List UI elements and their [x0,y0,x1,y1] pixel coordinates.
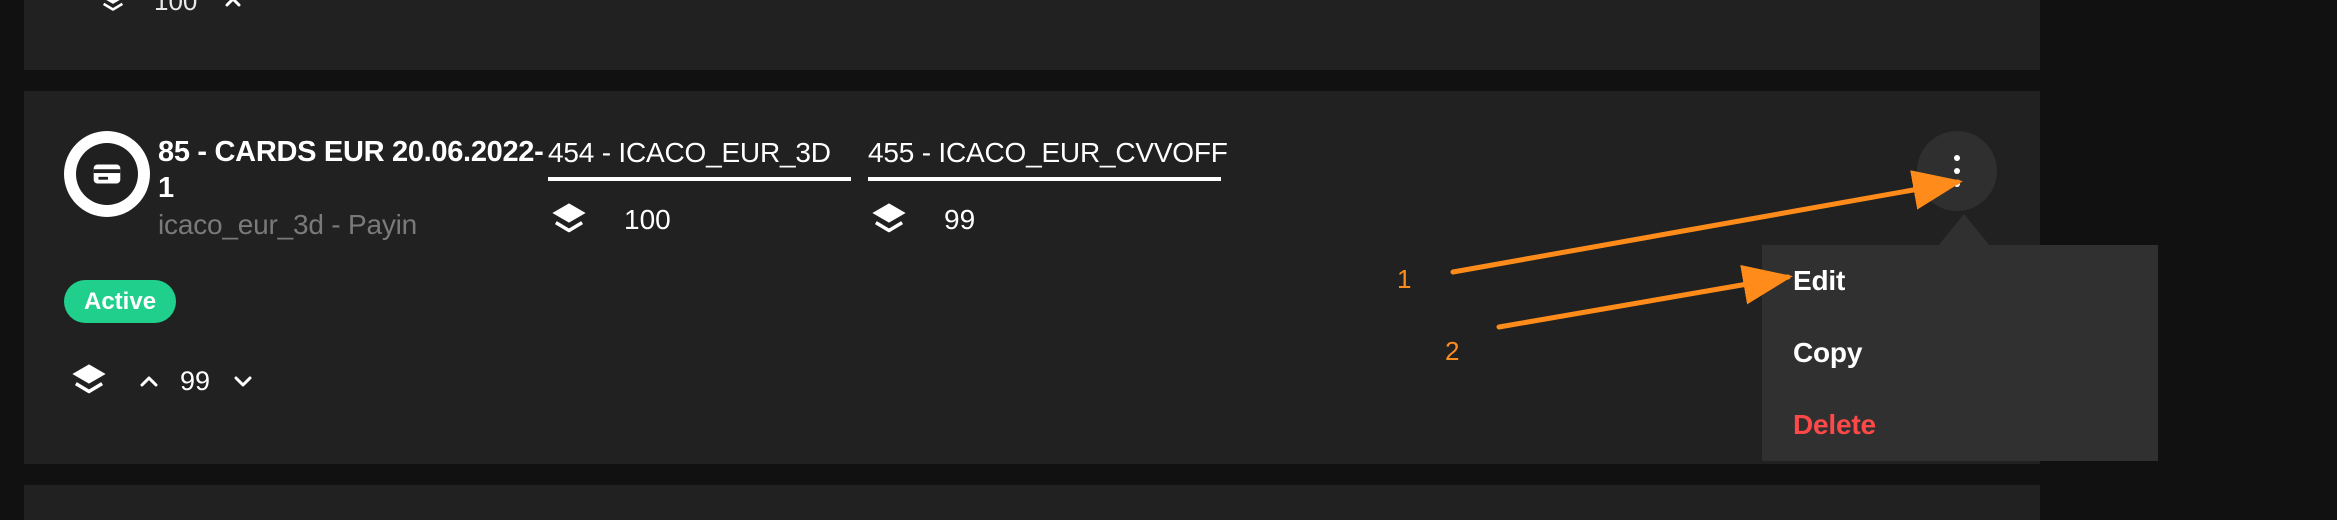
status-badge: Active [64,280,177,323]
route-card: 85 - CARDS EUR 20.06.2022-1 icaco_eur_3d… [24,91,2040,464]
menu-item-edit[interactable]: Edit [1793,265,1845,297]
menu-item-delete[interactable]: Delete [1793,409,1876,441]
provider-meta-454: 100 [548,199,671,241]
next-route-card [24,485,2040,520]
layers-icon [552,203,586,233]
provider-link-454[interactable]: 454 - ICACO_EUR_3D [548,137,851,181]
previous-route-stepper: 100 [98,0,243,17]
chevron-up-icon [140,376,158,387]
card-icon [93,164,121,184]
annotation-label-2: 2 [1445,336,1460,366]
annotation-label-1: 1 [1397,264,1412,294]
priority-increase-button[interactable] [130,362,168,400]
provider-count-454: 100 [624,204,671,235]
chevron-up-icon[interactable] [223,0,243,12]
provider-meta-455: 99 [868,199,975,241]
priority-stepper: 99 [68,360,262,402]
chevron-down-icon [234,376,252,387]
provider-link-455[interactable]: 455 - ICACO_EUR_CVVOFF [868,137,1228,181]
layers-icon [72,364,106,394]
provider-card-455: 455 - ICACO_EUR_CVVOFF 99 [868,137,1228,235]
previous-route-count: 100 [154,0,198,16]
more-vertical-icon [1954,155,1960,187]
route-avatar-inner [76,143,138,205]
context-menu-caret [1938,214,1990,246]
provider-count-455: 99 [944,204,976,235]
route-avatar [64,131,150,217]
priority-decrease-button[interactable] [224,362,262,400]
route-context-menu: Edit Copy Delete [1762,245,2158,461]
layers-icon [872,203,906,233]
route-subtitle: icaco_eur_3d - Payin [158,209,418,240]
more-actions-button[interactable] [1917,131,1997,211]
menu-item-copy[interactable]: Copy [1793,337,1862,369]
route-title: 85 - CARDS EUR 20.06.2022-1 [158,136,544,204]
provider-card-454: 454 - ICACO_EUR_3D 100 [548,137,851,235]
layers-icon [102,0,124,11]
previous-route-card: 100 [24,0,2040,70]
routing-page: 100 85 - CARDS EUR 20.06.2022-1 icaco_eu… [0,0,2337,520]
priority-value: 99 [180,365,211,396]
